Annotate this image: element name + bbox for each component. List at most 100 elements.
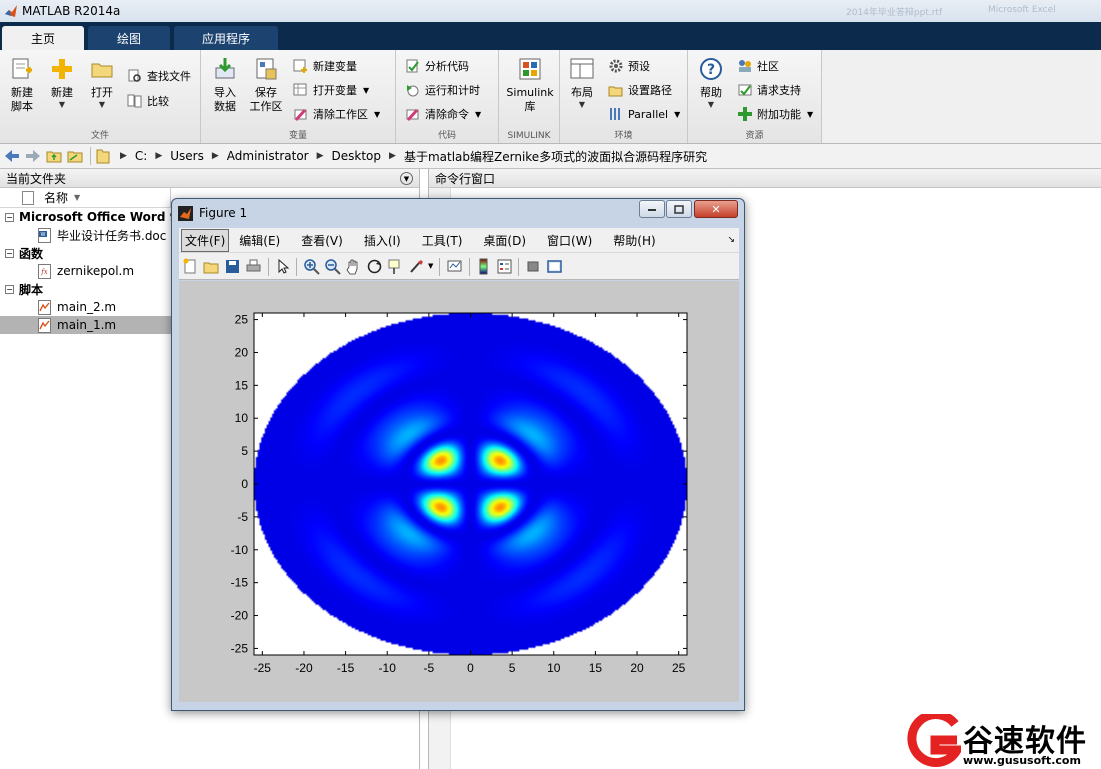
menu-view[interactable]: 查看(V) [301,232,343,249]
zoom-out-icon[interactable] [324,258,341,275]
clear-commands-button[interactable]: 清除命令 ▼ [405,106,481,122]
x-tick-label: -10 [379,661,397,675]
collapse-icon[interactable]: − [5,284,14,294]
colorbar-icon[interactable] [475,258,492,275]
compare-button[interactable]: 比较 [127,93,169,109]
community-button[interactable]: 社区 [737,58,779,74]
breadcrumb-project-folder[interactable]: 基于matlab编程Zernike多项式的波面拟合源码程序研究 [404,148,707,165]
clear-workspace-button[interactable]: 清除工作区 ▼ [293,106,380,122]
gususoft-watermark: 谷速软件 www.gususoft.com [905,714,1101,769]
pan-hand-icon[interactable] [345,258,362,275]
address-bar: ▶ C: ▶ Users ▶ Administrator ▶ Desktop ▶… [0,144,1101,169]
chevron-down-icon: ▼ [807,109,814,119]
rotate-3d-icon[interactable] [366,258,383,275]
back-arrow-icon[interactable] [3,147,21,165]
find-files-button[interactable]: 查找文件 [127,68,191,84]
new-variable-button[interactable]: 新建变量 [293,58,357,74]
open-variable-button[interactable]: 打开变量 ▼ [293,82,369,98]
toolbar-separator [518,258,519,276]
show-plot-tools-icon[interactable] [546,258,563,275]
save-icon[interactable] [224,258,241,275]
browse-folder-icon[interactable] [66,147,84,165]
menu-window[interactable]: 窗口(W) [547,232,592,249]
open-button[interactable]: 打开 ▼ [86,56,118,110]
menu-tools[interactable]: 工具(T) [422,232,463,249]
print-icon[interactable] [245,258,262,275]
menu-help[interactable]: 帮助(H) [613,232,655,249]
new-button[interactable]: 新建 ▼ [46,56,78,110]
collapse-icon[interactable]: − [5,248,14,258]
menu-edit[interactable]: 编辑(E) [239,232,280,249]
menu-desktop[interactable]: 桌面(D) [483,232,526,249]
menu-insert[interactable]: 插入(I) [364,232,401,249]
section-label-word: Microsoft Office Word 9 [19,210,178,224]
folder-icon [94,147,112,165]
close-icon[interactable]: ✕ [694,200,738,218]
group-label-resources: 资源 [745,131,764,141]
parallel-label: Parallel [628,107,669,121]
x-tick-label: 5 [509,661,516,675]
help-button[interactable]: ? 帮助 ▼ [697,56,725,110]
zoom-in-icon[interactable] [303,258,320,275]
pointer-icon[interactable] [274,258,291,275]
tab-plots[interactable]: 绘图 [88,26,170,50]
menu-file[interactable]: 文件(F) [181,228,230,252]
compare-icon [127,94,142,108]
open-variable-label: 打开变量 [313,84,357,97]
breadcrumb-separator-icon: ▶ [316,151,324,161]
hide-plot-tools-icon[interactable] [525,258,542,275]
parallel-button[interactable]: Parallel ▼ [608,106,680,122]
figure-title: Figure 1 [199,206,248,220]
chevron-down-icon: ▼ [475,109,482,119]
breadcrumb-administrator[interactable]: Administrator [227,149,309,163]
breadcrumb-c[interactable]: C: [135,149,147,163]
add-ons-icon [738,107,752,121]
simulink-library-button[interactable]: Simulink 库 [505,56,555,114]
x-tick-label: 10 [547,661,561,675]
layout-button[interactable]: 布局 ▼ [567,56,597,110]
current-folder-header: 当前文件夹 ▼ [0,169,419,188]
command-window-title: 命令行窗口 [435,171,496,186]
tab-home[interactable]: 主页 [2,26,84,50]
new-variable-label: 新建变量 [313,60,357,73]
add-ons-button[interactable]: 附加功能 ▼ [737,106,813,122]
legend-icon[interactable] [496,258,513,275]
clear-workspace-icon [294,108,307,122]
figure-menu-bar: 文件(F) 编辑(E) 查看(V) 插入(I) 工具(T) 桌面(D) 窗口(W… [179,228,739,252]
data-cursor-icon[interactable] [387,258,404,275]
maximize-icon[interactable] [666,200,692,218]
run-and-time-button[interactable]: 运行和计时 [405,82,480,98]
new-figure-icon[interactable] [182,258,199,275]
breadcrumb-separator-icon: ▶ [120,151,127,161]
zernike-wavefront-plot[interactable]: -25 -20 -15 -10 -5 0 5 10 15 20 25 25 20 15 10 5 0 -5 -10 -… [179,281,739,702]
analyze-code-button[interactable]: 分析代码 [405,58,469,74]
tab-apps[interactable]: 应用程序 [174,26,278,50]
request-support-button[interactable]: 请求支持 [737,82,801,98]
breadcrumb-users[interactable]: Users [170,149,204,163]
set-path-button[interactable]: 设置路径 [608,82,672,98]
open-file-icon[interactable] [203,258,220,275]
preferences-button[interactable]: 预设 [608,58,650,74]
minimize-icon[interactable] [639,200,665,218]
link-plot-icon[interactable] [446,258,463,275]
figure-title-bar[interactable]: Figure 1 ✕ [172,199,744,227]
collapse-icon[interactable]: − [5,212,14,222]
new-script-button[interactable]: 新建 脚本 [6,56,38,114]
panel-menu-icon[interactable]: ▼ [400,172,413,185]
forward-arrow-icon[interactable] [24,147,42,165]
breadcrumb-desktop[interactable]: Desktop [332,149,382,163]
up-folder-icon[interactable] [45,147,63,165]
chevron-down-icon[interactable]: ▼ [428,262,433,270]
group-label-environment: 环境 [614,131,633,141]
help-icon: ? [700,58,722,80]
menu-overflow-icon[interactable]: ↘ [727,235,735,245]
ribbon-group-resources: ? 帮助 ▼ 社区 请求支持 附加功能 ▼ 资源 [688,50,822,143]
word-doc-icon: W [38,227,51,243]
layout-icon [570,58,594,79]
app-title: MATLAB R2014a [22,4,121,18]
set-path-icon [608,86,623,97]
import-data-button[interactable]: 导入 数据 [209,56,241,114]
brush-icon[interactable] [408,258,425,275]
figure-canvas[interactable]: -25 -20 -15 -10 -5 0 5 10 15 20 25 25 20 15 10 5 0 -5 -10 -… [179,281,739,702]
save-workspace-button[interactable]: 保存 工作区 [249,56,283,114]
